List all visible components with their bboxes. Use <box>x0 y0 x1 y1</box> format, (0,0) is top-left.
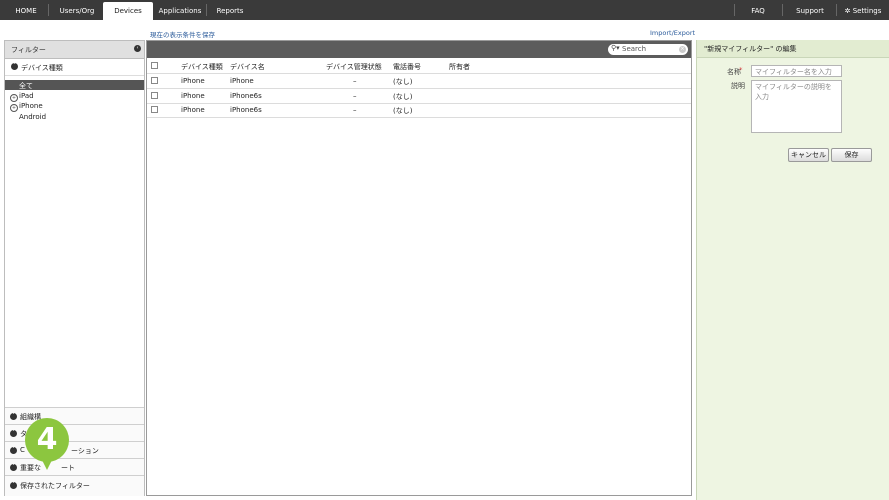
table-toolbar: ⚲▾ Search × <box>147 41 691 58</box>
filter-item-android[interactable]: Android <box>19 113 46 121</box>
section-label: 重要な <box>20 464 41 472</box>
section-saved-filters[interactable]: ˅ 保存されたフィルター <box>5 475 144 496</box>
section-label: C <box>20 446 25 454</box>
nav-separator <box>48 4 49 16</box>
nav-tab-home[interactable]: HOME <box>8 0 44 20</box>
cell-device-type: iPhone <box>181 92 205 100</box>
nav-separator <box>206 4 207 16</box>
filter-description-textarea[interactable]: マイフィルターの説明を入力 <box>751 80 842 133</box>
cell-device-type: iPhone <box>181 106 205 114</box>
filter-panel: フィルター ‹ ˄ デバイス種類 全て + iPad + iPhone Andr… <box>4 40 145 496</box>
filter-editor-panel: "新規マイフィルター" の編集 名称 * マイフィルター名を入力 説明 マイフィ… <box>696 40 889 500</box>
gear-icon: ✲ <box>844 7 851 15</box>
filter-item-ipad[interactable]: iPad <box>19 92 34 100</box>
chevron-up-icon: ˄ <box>11 63 18 70</box>
cell-phone-number: (なし) <box>393 107 413 115</box>
save-view-link[interactable]: 現在の表示条件を保存 <box>150 29 215 39</box>
cell-phone-number: (なし) <box>393 78 413 86</box>
filter-panel-header: フィルター ‹ <box>5 41 144 59</box>
section-label-tail: ーション <box>71 447 99 455</box>
col-phone-number[interactable]: 電話番号 <box>393 62 421 72</box>
cell-management-state: – <box>353 92 357 100</box>
section-important-alerts[interactable]: ˅ 重要な ート <box>5 458 144 476</box>
chevron-down-icon: ˅ <box>10 413 17 420</box>
chevron-down-icon: ˅ <box>10 430 17 437</box>
step-callout: 4 <box>25 418 69 462</box>
nav-faq[interactable]: FAQ <box>740 0 776 20</box>
chevron-down-icon: ˅ <box>10 447 17 454</box>
device-table: ⚲▾ Search × デバイス種類 デバイス名 デバイス管理状態 電話番号 所… <box>146 40 692 496</box>
col-device-name[interactable]: デバイス名 <box>230 62 265 72</box>
chevron-down-icon: ˅ <box>10 464 17 471</box>
cell-device-name[interactable]: iPhone <box>230 77 254 85</box>
top-nav: HOME Users/Org Devices Applications Repo… <box>0 0 889 20</box>
row-divider <box>147 117 691 118</box>
row-checkbox[interactable] <box>151 77 158 84</box>
expand-icon[interactable]: + <box>10 104 18 112</box>
filter-item-all[interactable]: 全て <box>5 80 144 90</box>
nav-separator <box>734 4 735 16</box>
search-box[interactable]: ⚲▾ Search × <box>608 44 688 55</box>
nav-separator <box>836 4 837 16</box>
nav-tab-users-org[interactable]: Users/Org <box>52 0 102 20</box>
required-mark: * <box>739 66 743 74</box>
filter-panel-title: フィルター <box>11 46 46 54</box>
cell-device-type: iPhone <box>181 77 205 85</box>
section-label: 保存されたフィルター <box>20 482 90 490</box>
nav-tab-applications[interactable]: Applications <box>156 0 204 20</box>
row-divider <box>147 103 691 104</box>
import-export-link[interactable]: Import/Export <box>650 29 695 37</box>
nav-separator <box>782 4 783 16</box>
clear-icon[interactable]: × <box>679 46 686 53</box>
cell-phone-number: (なし) <box>393 93 413 101</box>
device-type-header[interactable]: ˄ デバイス種類 <box>5 59 144 76</box>
section-org-structure[interactable]: ˅ 組織構 <box>5 407 144 425</box>
section-label-tail: ート <box>61 464 75 472</box>
select-all-checkbox[interactable] <box>151 62 158 69</box>
search-input[interactable]: Search <box>622 45 646 53</box>
collapse-icon[interactable]: ‹ <box>134 45 141 52</box>
row-divider <box>147 88 691 89</box>
description-label: 説明 <box>731 82 745 90</box>
filter-item-iphone[interactable]: iPhone <box>19 102 43 110</box>
editor-header: "新規マイフィルター" の編集 <box>697 40 889 58</box>
nav-tab-reports[interactable]: Reports <box>210 0 250 20</box>
editor-title: "新規マイフィルター" の編集 <box>704 45 797 53</box>
filter-name-input[interactable]: マイフィルター名を入力 <box>751 65 842 77</box>
col-owner[interactable]: 所有者 <box>449 62 470 72</box>
cancel-button[interactable]: キャンセル <box>788 148 829 162</box>
nav-tab-devices[interactable]: Devices <box>103 2 153 20</box>
row-checkbox[interactable] <box>151 92 158 99</box>
cell-management-state: – <box>353 77 357 85</box>
nav-support[interactable]: Support <box>788 0 832 20</box>
save-button[interactable]: 保存 <box>831 148 872 162</box>
search-icon: ⚲▾ <box>611 44 620 52</box>
col-management-state[interactable]: デバイス管理状態 <box>326 62 382 72</box>
row-divider <box>147 73 691 74</box>
cell-management-state: – <box>353 106 357 114</box>
cell-device-name[interactable]: iPhone6s <box>230 92 262 100</box>
col-device-type[interactable]: デバイス種類 <box>181 62 223 72</box>
chevron-down-icon: ˅ <box>10 482 17 489</box>
filter-item-label: 全て <box>19 82 33 90</box>
row-checkbox[interactable] <box>151 106 158 113</box>
expand-icon[interactable]: + <box>10 94 18 102</box>
nav-settings[interactable]: ✲ Settings <box>840 0 886 20</box>
nav-settings-label: Settings <box>852 7 882 15</box>
device-type-label: デバイス種類 <box>21 64 63 72</box>
cell-device-name[interactable]: iPhone6s <box>230 106 262 114</box>
